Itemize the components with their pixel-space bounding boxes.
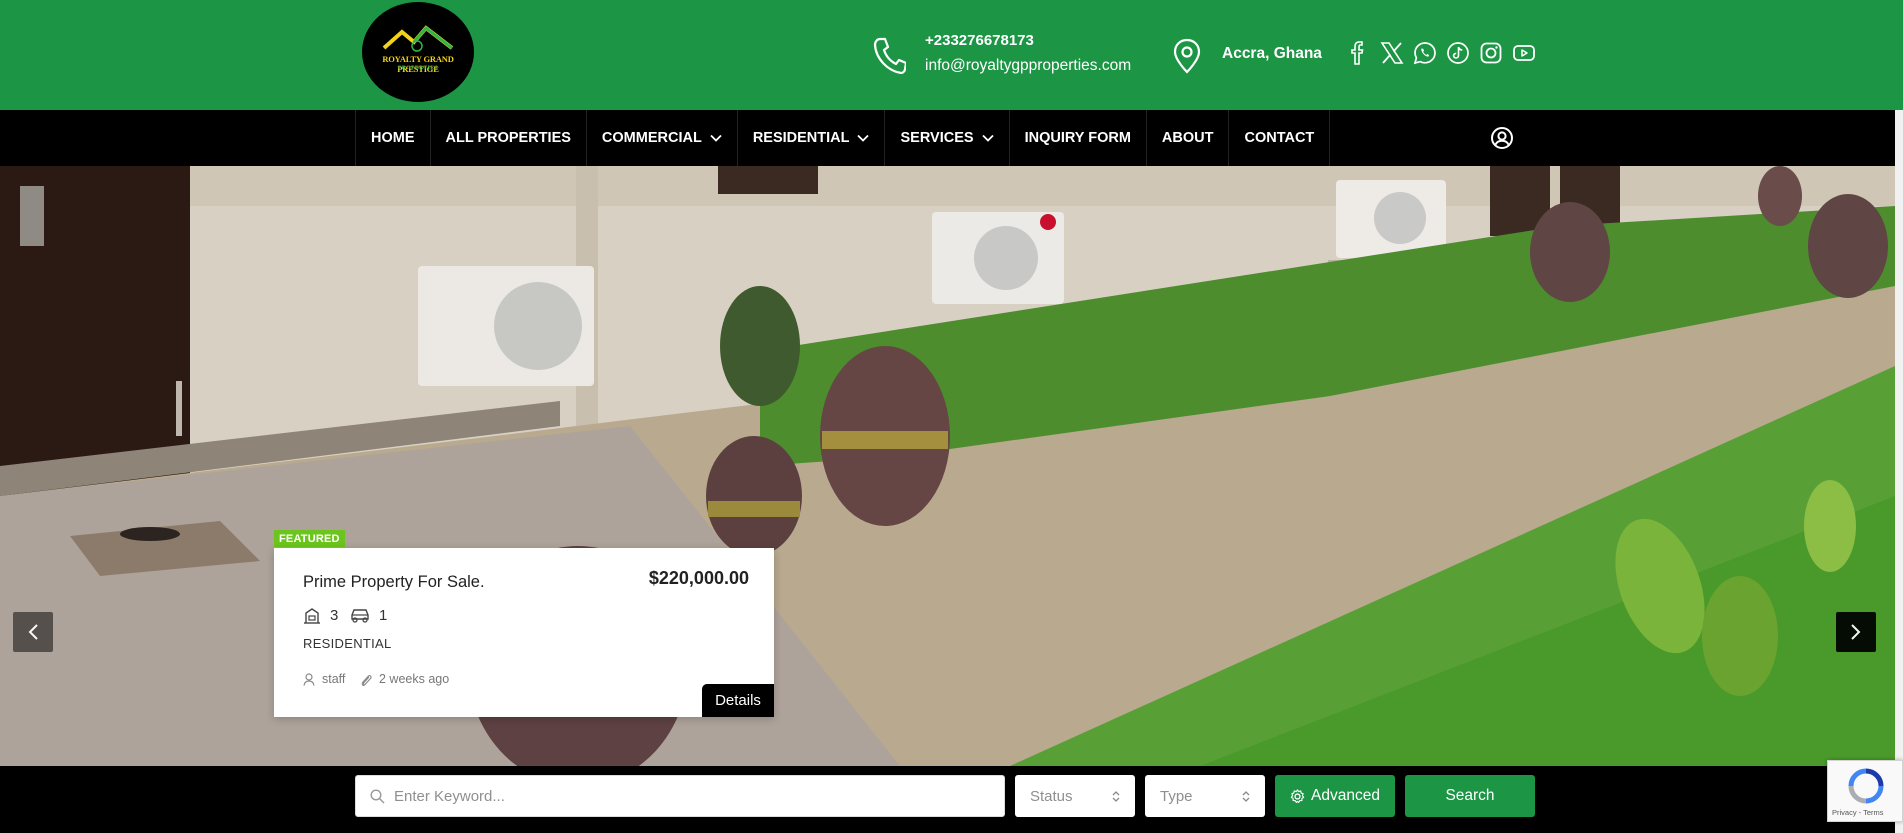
location-pin-icon <box>1173 38 1201 74</box>
bed-icon <box>304 608 320 624</box>
user-circle-icon[interactable] <box>1490 126 1514 150</box>
page-scrollbar[interactable] <box>1895 110 1903 833</box>
property-search-bar: Status Type Advanced Search <box>0 766 1903 833</box>
header-phone[interactable]: +233276678173 <box>925 32 1034 49</box>
chevron-down-icon <box>981 134 994 142</box>
keyword-field[interactable] <box>355 775 1005 817</box>
recaptcha-badge[interactable]: Privacy - Terms <box>1827 760 1903 822</box>
slider-prev-button[interactable] <box>13 612 53 652</box>
garage-count: 1 <box>379 607 388 624</box>
posted-time: 2 weeks ago <box>379 672 450 686</box>
header-location: Accra, Ghana <box>1222 45 1322 62</box>
user-icon <box>303 672 315 686</box>
main-nav: HOME ALL PROPERTIES COMMERCIAL RESIDENTI… <box>0 110 1903 166</box>
logo-name: ROYALTY GRAND PRESTIGE <box>382 54 454 74</box>
listing-price: $220,000.00 <box>648 568 749 588</box>
paperclip-icon <box>361 674 372 686</box>
chevron-right-icon <box>1851 624 1861 640</box>
header-email[interactable]: info@royaltygpproperties.com <box>925 57 1131 75</box>
type-select[interactable]: Type <box>1145 775 1265 817</box>
nav-all-properties-label: ALL PROPERTIES <box>445 130 571 146</box>
tiktok-icon[interactable] <box>1446 41 1470 65</box>
select-arrows-icon <box>1112 791 1120 802</box>
garage-feature: 1 <box>350 607 387 624</box>
select-arrows-icon <box>1242 791 1250 802</box>
status-select-label: Status <box>1030 787 1073 805</box>
top-header: ROYALTY GRAND PRESTIGE PROPERTIES +23327… <box>0 0 1903 110</box>
youtube-icon[interactable] <box>1512 41 1536 65</box>
recaptcha-links[interactable]: Privacy - Terms <box>1832 808 1884 817</box>
search-icon <box>370 789 385 804</box>
nav-contact[interactable]: CONTACT <box>1229 110 1331 166</box>
chevron-down-icon <box>857 134 870 142</box>
nav-inquiry-form[interactable]: INQUIRY FORM <box>1010 110 1147 166</box>
listing-date: 2 weeks ago <box>360 672 449 686</box>
chevron-down-icon <box>710 134 722 142</box>
type-select-label: Type <box>1160 787 1193 805</box>
bedrooms-feature: 3 <box>303 607 338 624</box>
instagram-icon[interactable] <box>1479 41 1503 65</box>
hero-slider: FEATURED Prime Property For Sale. $220,0… <box>0 166 1895 766</box>
listing-type[interactable]: RESIDENTIAL <box>303 636 392 651</box>
nav-home-label: HOME <box>371 130 415 146</box>
bedrooms-count: 3 <box>330 607 339 624</box>
featured-badge: FEATURED <box>274 530 345 547</box>
car-icon <box>351 609 369 623</box>
listing-card[interactable]: Prime Property For Sale. $220,000.00 3 1 <box>274 548 774 717</box>
nav-contact-label: CONTACT <box>1244 130 1315 146</box>
author-name[interactable]: staff <box>322 672 345 686</box>
nav-services-label: SERVICES <box>900 130 974 146</box>
listing-title[interactable]: Prime Property For Sale. <box>303 573 485 592</box>
advanced-label: Advanced <box>1311 787 1380 804</box>
logo-subtitle: PROPERTIES <box>398 65 438 71</box>
facebook-icon[interactable] <box>1346 41 1370 65</box>
nav-services[interactable]: SERVICES <box>885 110 1010 166</box>
nav-residential-label: RESIDENTIAL <box>752 130 850 146</box>
advanced-button[interactable]: Advanced <box>1275 775 1395 817</box>
x-twitter-icon[interactable] <box>1380 41 1404 65</box>
nav-commercial-label: COMMERCIAL <box>601 130 702 146</box>
details-button[interactable]: Details <box>702 684 774 717</box>
status-select[interactable]: Status <box>1015 775 1135 817</box>
recaptcha-icon <box>1848 768 1884 804</box>
search-label: Search <box>1445 787 1495 804</box>
slider-next-button[interactable] <box>1836 612 1876 652</box>
logo-roof-icon <box>382 25 454 52</box>
nav-about-label: ABOUT <box>1161 130 1214 146</box>
nav-commercial[interactable]: COMMERCIAL <box>587 110 738 166</box>
chevron-left-icon <box>28 624 38 640</box>
nav-all-properties[interactable]: ALL PROPERTIES <box>431 110 587 166</box>
nav-about[interactable]: ABOUT <box>1147 110 1230 166</box>
keyword-input[interactable] <box>394 776 994 816</box>
gear-icon <box>1290 788 1305 803</box>
listing-author: staff <box>303 672 345 686</box>
phone-icon <box>873 37 906 74</box>
nav-inquiry-form-label: INQUIRY FORM <box>1024 130 1131 146</box>
search-button[interactable]: Search <box>1405 775 1535 817</box>
nav-home[interactable]: HOME <box>356 110 431 166</box>
nav-menu: HOME ALL PROPERTIES COMMERCIAL RESIDENTI… <box>355 110 1331 166</box>
whatsapp-icon[interactable] <box>1413 41 1437 65</box>
site-logo[interactable]: ROYALTY GRAND PRESTIGE PROPERTIES <box>362 2 474 102</box>
nav-residential[interactable]: RESIDENTIAL <box>738 110 886 166</box>
